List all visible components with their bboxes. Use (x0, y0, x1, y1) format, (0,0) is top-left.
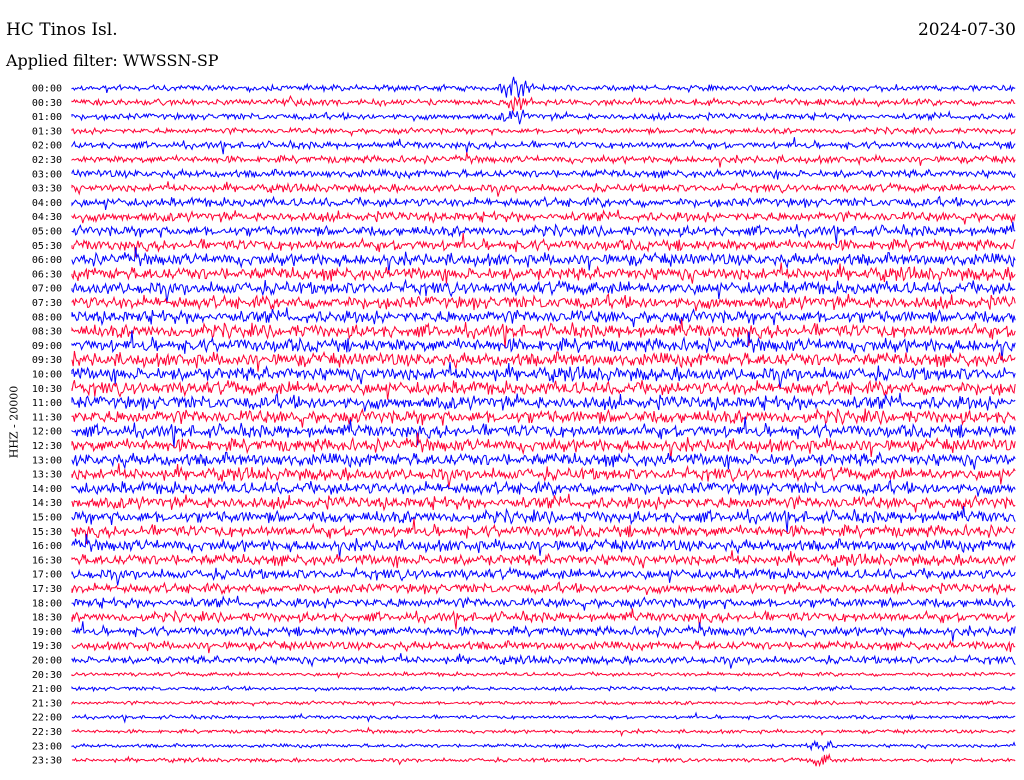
trace-0430 (71, 209, 1016, 225)
trace-2330 (71, 752, 1016, 768)
row-label: 13:00 (32, 455, 62, 466)
trace-1800 (71, 595, 1016, 611)
seismogram-plot: 00:00 00:30 01:00 01:30 02:00 02:30 03:00 03:30… (32, 76, 1016, 768)
trace-2200 (71, 711, 1016, 724)
trace-2000 (71, 653, 1016, 669)
trace-0230 (71, 152, 1016, 168)
filter-label: Applied filter: WWSSN-SP (6, 51, 219, 70)
tick-labels-group: 00:00 00:30 01:00 01:30 02:00 02:30 03:00 03:30… (32, 84, 62, 767)
row-label: 02:30 (32, 155, 62, 166)
row-label: 19:30 (32, 641, 62, 652)
row-label: 08:30 (32, 327, 62, 338)
row-label: 08:00 (32, 312, 62, 323)
row-label: 03:30 (32, 184, 62, 195)
row-label: 11:00 (32, 398, 62, 409)
trace-1230 (71, 432, 1016, 460)
trace-0300 (71, 167, 1016, 180)
trace-2230 (71, 726, 1016, 738)
trace-0330 (71, 181, 1016, 197)
row-label: 18:30 (32, 613, 62, 624)
row-label: 14:00 (32, 484, 62, 495)
row-label: 13:30 (32, 470, 62, 481)
row-label: 02:00 (32, 141, 62, 152)
trace-0600 (71, 247, 1016, 274)
trace-1600 (71, 533, 1016, 559)
row-label: 20:30 (32, 670, 62, 681)
trace-0130 (71, 126, 1016, 138)
trace-0400 (71, 195, 1016, 211)
trace-0630 (71, 262, 1016, 284)
row-label: 12:30 (32, 441, 62, 452)
row-label: 10:30 (32, 384, 62, 395)
trace-1930 (71, 639, 1016, 654)
row-label: 00:00 (32, 84, 62, 95)
row-label: 20:00 (32, 656, 62, 667)
row-label: 19:00 (32, 627, 62, 638)
row-label: 01:00 (32, 112, 62, 123)
trace-2300 (71, 739, 1016, 753)
trace-0000 (71, 76, 1016, 98)
row-label: 17:30 (32, 584, 62, 595)
trace-1830 (71, 608, 1016, 630)
trace-1100 (71, 392, 1016, 412)
trace-0730 (71, 293, 1016, 312)
trace-1900 (71, 621, 1016, 642)
trace-0100 (71, 109, 1016, 125)
row-label: 14:30 (32, 498, 62, 509)
row-label: 23:30 (32, 756, 62, 767)
trace-0530 (71, 232, 1016, 258)
row-label: 15:00 (32, 513, 62, 524)
trace-2130 (71, 699, 1016, 707)
trace-1430 (71, 493, 1016, 513)
row-label: 07:30 (32, 298, 62, 309)
trace-2100 (71, 684, 1016, 693)
row-label: 06:30 (32, 269, 62, 280)
row-label: 22:00 (32, 713, 62, 724)
row-label: 03:00 (32, 169, 62, 180)
row-label: 18:00 (32, 598, 62, 609)
trace-0930 (71, 350, 1016, 372)
row-label: 05:30 (32, 241, 62, 252)
trace-0800 (71, 307, 1016, 328)
trace-2030 (71, 670, 1016, 679)
row-label: 15:30 (32, 527, 62, 538)
traces-group (71, 76, 1016, 768)
row-label: 07:00 (32, 284, 62, 295)
row-label: 16:00 (32, 541, 62, 552)
row-label: 23:00 (32, 741, 62, 752)
row-label: 21:30 (32, 698, 62, 709)
row-label: 01:30 (32, 126, 62, 137)
row-label: 04:00 (32, 198, 62, 209)
trace-1130 (71, 407, 1016, 428)
row-label: 10:00 (32, 370, 62, 381)
row-label: 16:30 (32, 555, 62, 566)
trace-1400 (71, 479, 1016, 497)
row-label: 17:00 (32, 570, 62, 581)
row-label: 21:00 (32, 684, 62, 695)
row-label: 22:30 (32, 727, 62, 738)
row-label: 00:30 (32, 98, 62, 109)
trace-0030 (71, 94, 1016, 113)
row-label: 12:00 (32, 427, 62, 438)
trace-1300 (71, 451, 1016, 470)
row-label: 09:30 (32, 355, 62, 366)
row-label: 09:00 (32, 341, 62, 352)
row-label: 11:30 (32, 412, 62, 423)
row-label: 04:30 (32, 212, 62, 223)
trace-1730 (71, 581, 1016, 596)
trace-1330 (71, 463, 1016, 488)
row-label: 05:00 (32, 227, 62, 238)
trace-1030 (71, 379, 1016, 400)
row-label: 06:00 (32, 255, 62, 266)
trace-0200 (71, 137, 1016, 155)
trace-1630 (71, 550, 1016, 569)
